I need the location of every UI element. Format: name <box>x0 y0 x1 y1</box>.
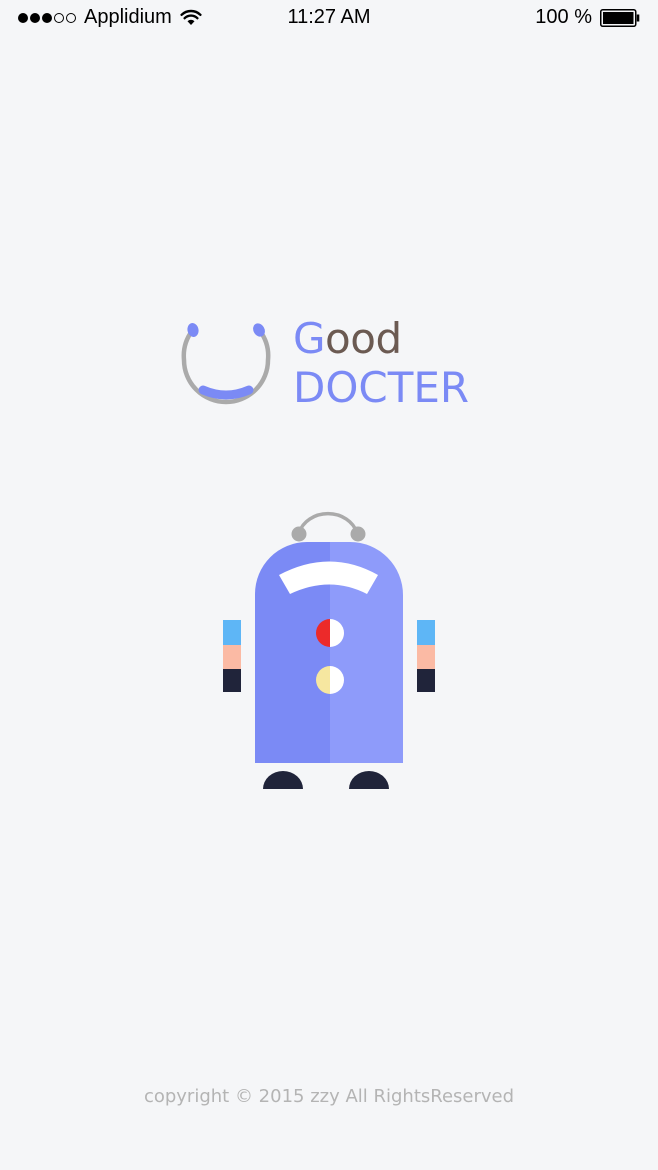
copyright-text: copyright © 2015 zzy All RightsReserved <box>143 1086 515 1107</box>
logo-letters-ood: ood <box>325 314 402 363</box>
status-bar: Applidium 11:27 AM 100 % <box>0 0 658 36</box>
logo-icon <box>181 323 271 405</box>
status-right: 100 % <box>535 6 640 29</box>
battery-percentage: 100 % <box>535 6 592 28</box>
robot-illustration <box>223 511 435 789</box>
battery-icon <box>600 8 640 27</box>
logo-line-docter: DOCTER <box>293 363 470 412</box>
logo-line-good: Good <box>293 318 469 364</box>
app-logo-text: Good DOCTER <box>293 318 469 409</box>
logo-letter-g: G <box>293 314 326 363</box>
